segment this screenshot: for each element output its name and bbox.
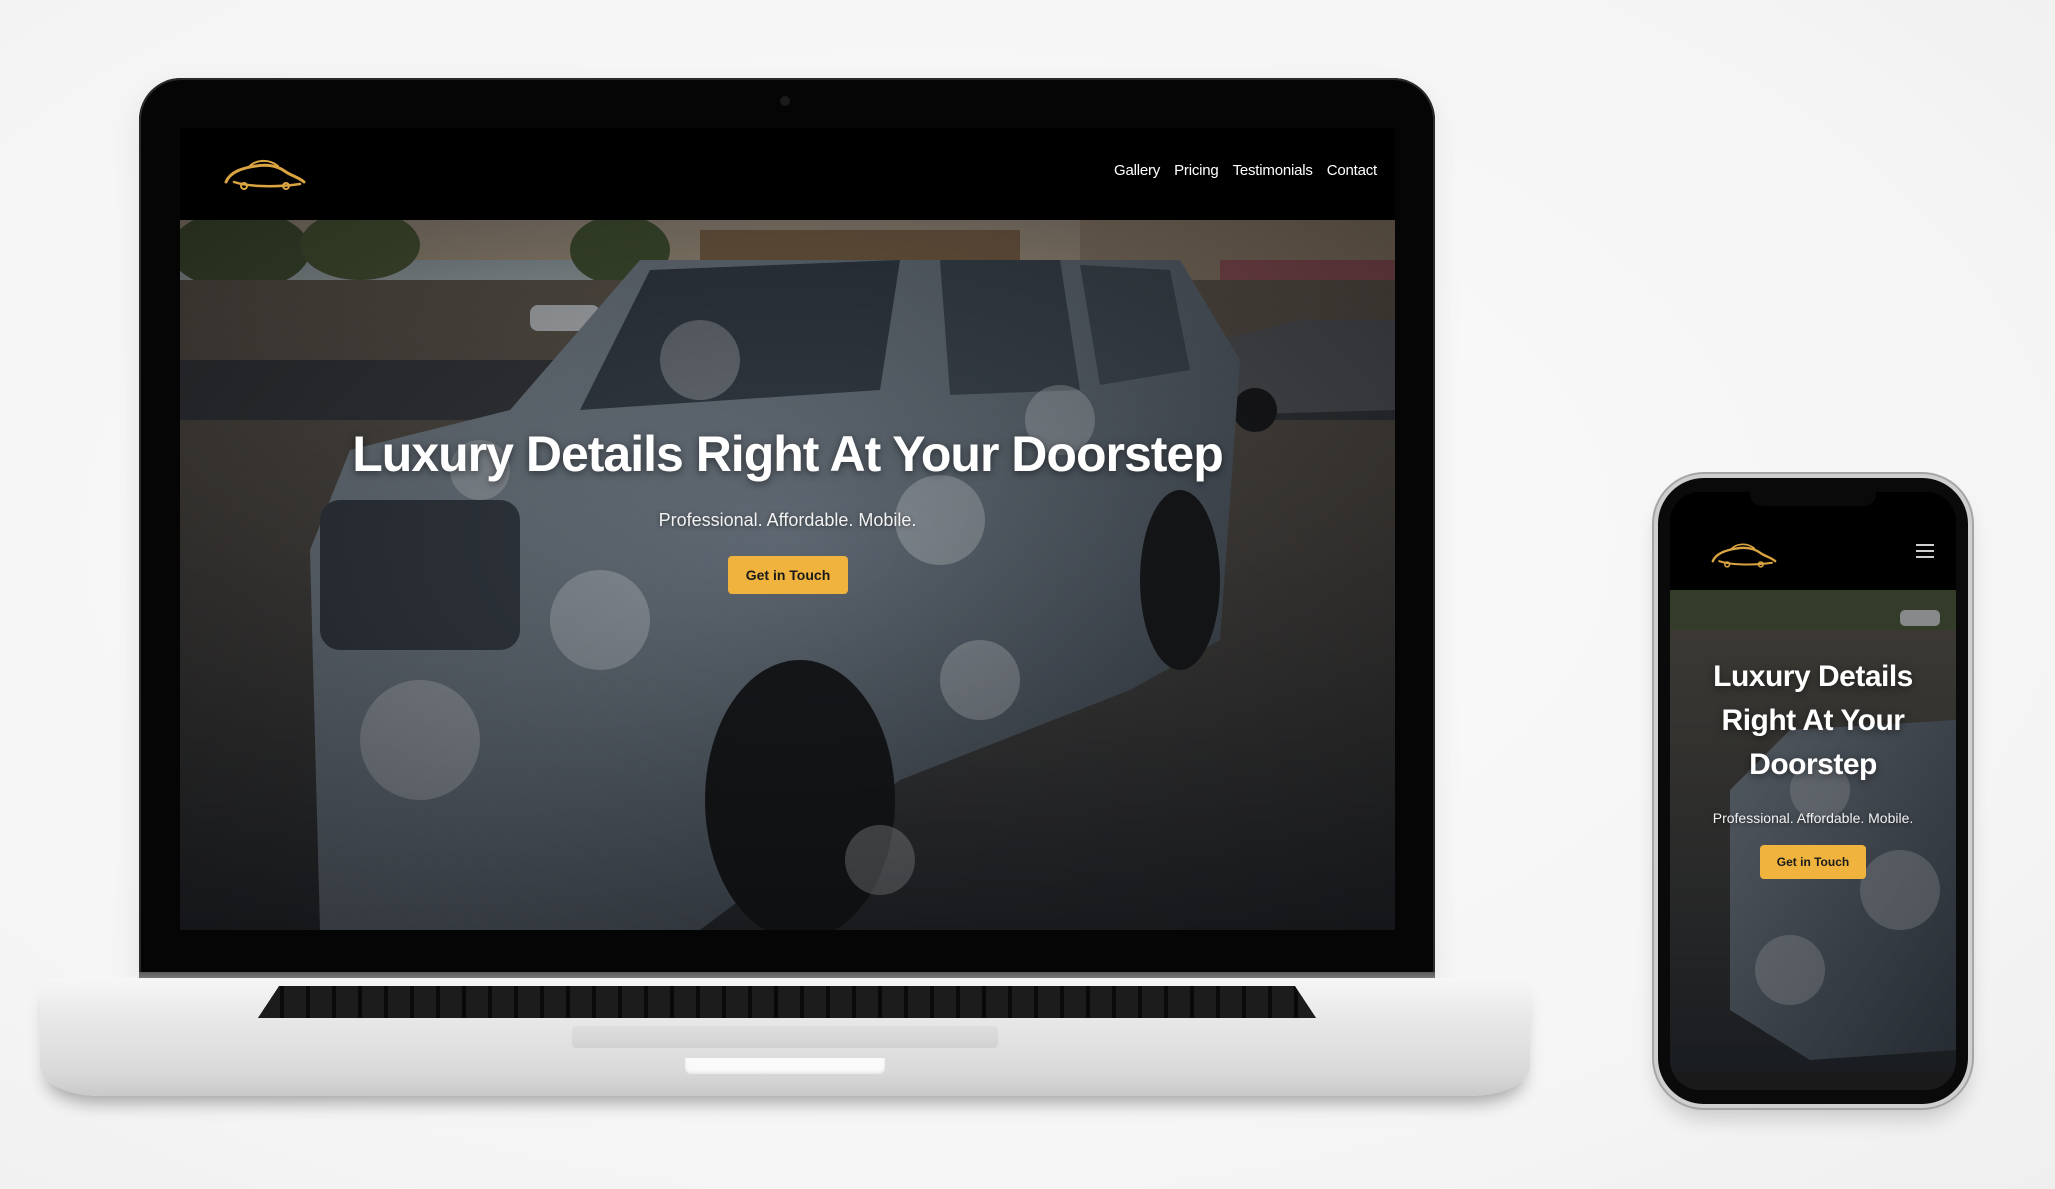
phone-hero-title-line-3: Doorstep	[1749, 748, 1877, 781]
car-logo-icon[interactable]	[1704, 534, 1784, 574]
phone-notch	[1750, 492, 1876, 506]
phone-hero-title-line-1: Luxury Details	[1713, 660, 1913, 693]
laptop-screen: Gallery Pricing Testimonials Contact Lux…	[180, 128, 1395, 930]
hero-title: Luxury Details Right At Your Doorstep	[352, 426, 1224, 482]
nav-link-testimonials[interactable]: Testimonials	[1233, 162, 1313, 179]
site-navbar: Gallery Pricing Testimonials Contact	[180, 128, 1395, 220]
phone-hero-subtitle: Professional. Affordable. Mobile.	[1712, 810, 1914, 826]
laptop-trackpad	[572, 1026, 998, 1048]
laptop-opening-notch	[685, 1058, 885, 1074]
nav-link-pricing[interactable]: Pricing	[1174, 162, 1219, 179]
device-mockup-stage: Gallery Pricing Testimonials Contact Lux…	[0, 0, 2055, 1189]
nav-link-contact[interactable]: Contact	[1327, 162, 1377, 179]
hero-subtitle: Professional. Affordable. Mobile.	[658, 510, 917, 530]
laptop-camera	[780, 96, 790, 106]
nav-link-gallery[interactable]: Gallery	[1114, 162, 1160, 179]
phone-bottom-bar	[1670, 1072, 1956, 1090]
phone-hero-section: Luxury Details Right At Your Doorstep Pr…	[1670, 590, 1956, 1090]
car-logo-icon[interactable]	[220, 148, 310, 198]
phone-navbar	[1670, 492, 1956, 590]
phone-get-in-touch-button[interactable]: Get in Touch	[1760, 845, 1866, 879]
hamburger-menu-icon[interactable]	[1916, 544, 1934, 558]
laptop-website: Gallery Pricing Testimonials Contact Lux…	[180, 128, 1395, 930]
get-in-touch-button[interactable]: Get in Touch	[728, 556, 848, 594]
phone-screen: Luxury Details Right At Your Doorstep Pr…	[1670, 492, 1956, 1090]
nav-links: Gallery Pricing Testimonials Contact	[1114, 162, 1377, 179]
laptop-keyboard	[258, 986, 1316, 1018]
hero-section: Luxury Details Right At Your Doorstep Pr…	[180, 220, 1395, 930]
phone-hero-title-line-2: Right At Your	[1721, 704, 1905, 737]
